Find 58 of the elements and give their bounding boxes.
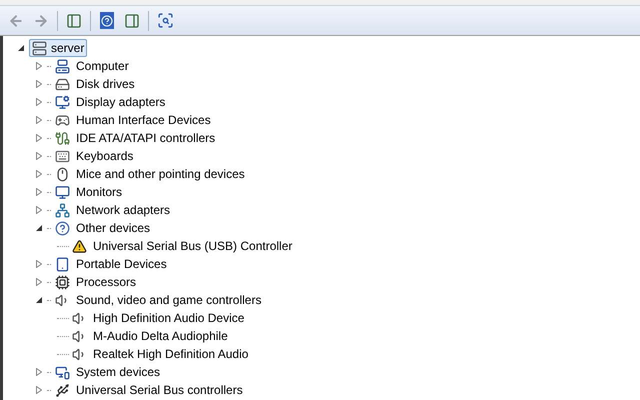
panel-icon — [66, 12, 82, 28]
back-icon — [8, 12, 24, 28]
server-icon — [32, 40, 47, 56]
hard-drive-icon — [55, 76, 70, 92]
expand-arrow-icon[interactable] — [35, 188, 43, 196]
tree-item[interactable]: Network adapters — [74, 201, 170, 219]
collapse-arrow-icon[interactable] — [35, 296, 43, 304]
tree-item[interactable]: Other devices — [74, 219, 150, 237]
gamepad-icon — [55, 112, 70, 128]
tree-item[interactable]: Universal Serial Bus controllers — [74, 381, 243, 399]
keyboard-icon — [55, 148, 70, 164]
tree-item[interactable]: Processors — [74, 273, 136, 291]
collapse-arrow-icon[interactable] — [17, 44, 25, 52]
tree-item[interactable]: M-Audio Delta Audiophile — [91, 327, 228, 345]
expand-arrow-icon[interactable] — [35, 206, 43, 214]
tree-item-label: server — [51, 40, 84, 57]
expand-arrow-icon[interactable] — [35, 386, 43, 394]
collapse-arrow-icon[interactable] — [35, 224, 43, 232]
scan-icon — [156, 12, 174, 29]
help-icon — [100, 12, 114, 29]
usb-icon — [55, 382, 70, 398]
expand-arrow-icon[interactable] — [35, 134, 43, 142]
expand-arrow-icon[interactable] — [35, 80, 43, 88]
chip-icon — [55, 274, 70, 290]
expand-arrow-icon[interactable] — [35, 170, 43, 178]
tree-item[interactable]: Human Interface Devices — [74, 111, 211, 129]
tree-item[interactable]: IDE ATA/ATAPI controllers — [74, 129, 216, 147]
tree-item[interactable]: Universal Serial Bus (USB) Controller — [91, 237, 292, 255]
tree-item[interactable]: Disk drives — [74, 75, 135, 93]
forward-icon — [33, 12, 49, 28]
monitor-icon — [55, 94, 70, 110]
panel-icon — [124, 12, 140, 28]
tree-item[interactable]: server — [29, 39, 88, 57]
tree-item[interactable]: Keyboards — [74, 147, 134, 165]
expand-arrow-icon[interactable] — [35, 368, 43, 376]
expand-arrow-icon[interactable] — [35, 152, 43, 160]
tree-item[interactable]: Mice and other pointing devices — [74, 165, 245, 183]
question-icon — [55, 220, 70, 236]
tree-item[interactable]: Sound, video and game controllers — [74, 291, 262, 309]
tree-item[interactable]: System devices — [74, 363, 160, 381]
expand-arrow-icon[interactable] — [35, 98, 43, 106]
monitor-icon — [55, 364, 70, 380]
monitor-icon — [55, 184, 70, 200]
mouse-icon — [55, 166, 70, 182]
cable-icon — [55, 130, 70, 146]
expand-arrow-icon[interactable] — [35, 260, 43, 268]
tree-item[interactable]: Computer — [74, 57, 129, 75]
expand-arrow-icon[interactable] — [35, 116, 43, 124]
tree-item[interactable]: High Definition Audio Device — [91, 309, 244, 327]
tree-item[interactable]: Monitors — [74, 183, 122, 201]
tree-item[interactable]: Display adapters — [74, 93, 166, 111]
computer-icon — [55, 58, 70, 74]
tree-item[interactable]: Realtek High Definition Audio — [91, 345, 248, 363]
expand-arrow-icon[interactable] — [35, 62, 43, 70]
expand-arrow-icon[interactable] — [35, 278, 43, 286]
tree-item[interactable]: Portable Devices — [74, 255, 167, 273]
network-icon — [55, 202, 70, 218]
tablet-icon — [55, 256, 70, 272]
